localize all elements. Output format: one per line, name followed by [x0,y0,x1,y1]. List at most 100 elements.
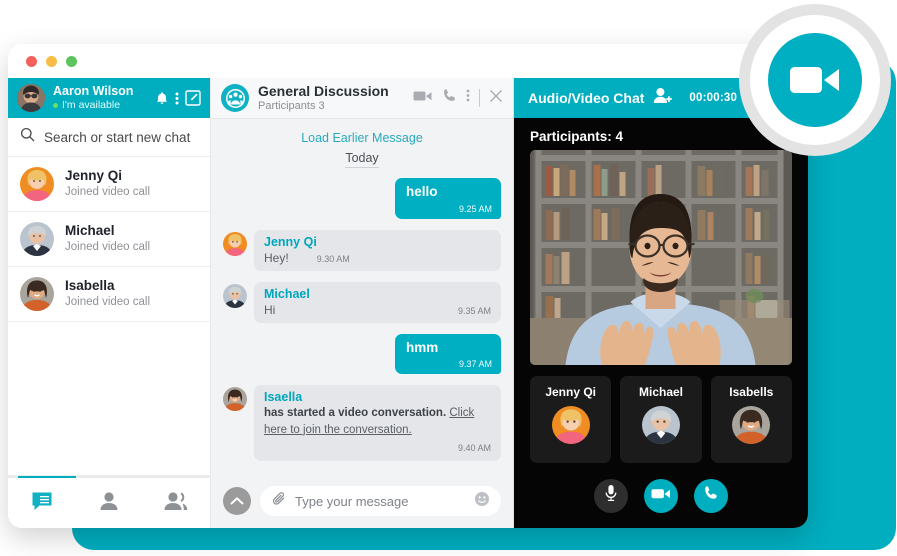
bell-icon[interactable] [155,91,169,106]
message-bubble: hello 9.25 AM [395,178,501,219]
smiley-icon[interactable] [474,491,490,512]
message-row-outgoing: hmm 9.37 AM [223,333,501,375]
call-controls [514,463,808,528]
message-time: 9.40 AM [457,443,491,454]
more-vertical-icon[interactable] [175,91,179,106]
avatar [641,406,680,444]
call-panel: Audio/Video Chat 00:00:30 Participants: … [514,78,808,528]
message-row-incoming: Jenny Qi Hey! 9.30 AM [223,229,501,271]
paperclip-icon[interactable] [271,491,287,512]
sidebar-item-text: Jenny Qi Joined video call [65,168,150,200]
search-placeholder: Search or start new chat [44,129,191,145]
sidebar-item-michael[interactable]: Michael Joined video call [8,212,210,267]
main-video-feed[interactable] [530,150,792,365]
video-icon[interactable] [413,89,433,107]
contact-subtitle: Joined video call [65,241,151,254]
video-call-badge [739,4,891,156]
sidebar-user-name: Aaron Wilson [53,83,134,98]
participant-thumbnail-michael[interactable]: Michael [620,376,702,463]
avatar [223,283,247,308]
sidebar-tab-chats[interactable] [17,480,67,526]
avatar [20,277,54,311]
message-text: Hey! [264,250,289,265]
sidebar-item-jenny-qi[interactable]: Jenny Qi Joined video call [8,157,210,212]
sidebar-empty-area [8,322,210,476]
message-text: hmm [406,339,439,355]
avatar [223,231,247,256]
person-icon [98,490,120,517]
avatar [223,387,247,412]
contact-name: Jenny Qi [65,167,123,183]
load-earlier-link[interactable]: Load Earlier Message [223,131,501,145]
message-sender: Jenny Qi [264,234,317,249]
avatar [17,84,45,112]
mute-mic-button[interactable] [594,478,628,513]
participant-thumbnail-isabells[interactable]: Isabells [710,376,792,463]
search-icon [20,127,35,147]
divider [479,89,480,107]
sidebar-user-status: I'm available [53,98,147,112]
chat-panel: General Discussion Participants 3 Load E… [211,78,514,528]
participant-name: Jenny Qi [545,385,596,399]
online-indicator-icon [53,102,58,108]
window-maximize-button[interactable] [66,55,77,67]
message-input-placeholder: Type your message [295,493,409,509]
date-divider: Today [223,149,501,168]
message-text: Hi [264,302,276,317]
participant-thumbnail-jenny-qi[interactable]: Jenny Qi [530,376,612,463]
phone-icon [703,485,719,506]
sidebar-tab-groups[interactable] [151,480,201,526]
window-body: Aaron Wilson I'm available Search or sta… [8,78,808,528]
message-row-incoming: Michael Hi 9.35 AM [223,281,501,323]
more-vertical-icon[interactable] [466,88,470,108]
chat-icon [31,490,53,517]
message-list: Load Earlier Message Today hello 9.25 AM [211,119,513,474]
app-window: Aaron Wilson I'm available Search or sta… [8,44,808,528]
avatar [20,167,54,201]
sidebar-header-actions [155,90,201,106]
window-minimize-button[interactable] [46,55,57,67]
message-time: 9.25 AM [458,203,492,214]
message-bubble: Michael Hi 9.35 AM [254,281,501,323]
close-icon[interactable] [489,89,503,108]
window-close-button[interactable] [26,55,37,67]
message-input[interactable]: Type your message [260,486,501,516]
chevron-up-icon[interactable] [223,487,251,515]
sidebar-user-header: Aaron Wilson I'm available [8,78,210,118]
sidebar-tabbar [8,476,210,528]
message-text: hello [406,184,438,199]
participant-name: Isabells [729,385,774,399]
active-tab-indicator [18,476,76,478]
people-icon [163,490,189,517]
compose-icon[interactable] [185,90,201,106]
sidebar-item-text: Isabella Joined video call [65,278,150,310]
video-camera-icon [768,33,862,127]
contact-subtitle: Joined video call [65,296,151,309]
sidebar-tab-contacts[interactable] [84,480,134,526]
sidebar-user-status-label: I'm available [62,98,121,111]
toggle-video-button[interactable] [644,478,678,513]
contact-name: Michael [65,222,115,238]
video-call-badge-inner [750,15,880,145]
chat-title: General Discussion [258,83,389,100]
search-input[interactable]: Search or start new chat [8,118,210,157]
message-row-incoming: Isaella has started a video conversation… [223,385,501,462]
add-person-icon[interactable] [653,87,673,109]
message-time: 9.30 AM [316,253,350,264]
avatar [20,222,54,256]
sidebar-item-text: Michael Joined video call [65,223,150,255]
message-bubble: Isaella has started a video conversation… [254,385,501,462]
avatar [732,406,771,444]
participant-thumbnails: Jenny Qi Michael Isabells [514,365,808,463]
message-text-main: has started a video conversation. [264,407,447,420]
message-sender: Isaella [264,390,303,405]
chat-header: General Discussion Participants 3 [211,78,513,119]
end-call-button[interactable] [694,478,728,513]
sidebar-item-isabella[interactable]: Isabella Joined video call [8,267,210,322]
phone-icon[interactable] [442,88,457,108]
message-body: Hey! 9.30 AM [264,250,491,266]
message-row-outgoing: hello 9.25 AM [223,178,501,219]
avatar [551,406,590,444]
message-bubble: hmm 9.37 AM [395,333,501,375]
window-titlebar [8,44,808,78]
